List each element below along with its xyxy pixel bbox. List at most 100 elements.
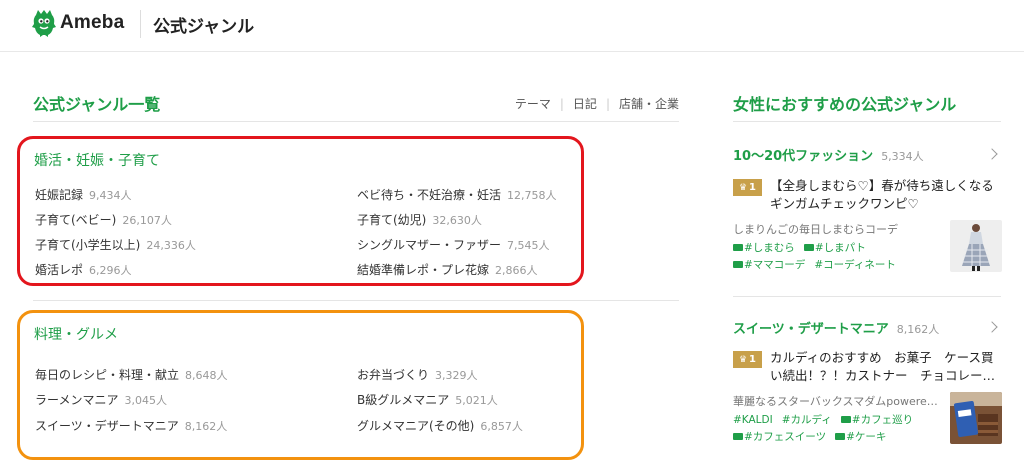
hashtag-link[interactable]: #ママコーデ — [733, 257, 805, 274]
genre-item[interactable]: B級グルメマニア 5,021人 — [357, 391, 498, 408]
ameba-mascot-icon — [32, 10, 56, 37]
genre-group-title[interactable]: 料理・グルメ — [34, 324, 118, 344]
genre-item-count: 8,648人 — [185, 369, 228, 382]
genre-item-name: ベビ待ち・不妊治療・妊活 — [357, 188, 502, 202]
tag-icon — [733, 244, 743, 251]
genre-item[interactable]: お弁当づくり 3,329人 — [357, 366, 478, 383]
sidebar-genre-count: 5,334人 — [881, 150, 924, 163]
hashtag-label: #ケーキ — [846, 431, 887, 443]
genre-item[interactable]: ベビ待ち・不妊治療・妊活 12,758人 — [357, 186, 557, 203]
genre-item-count: 6,857人 — [480, 420, 523, 433]
genre-item-count: 6,296人 — [89, 264, 132, 277]
genre-filter-nav: テーマ | 日記 | 店舗・企業 — [515, 95, 679, 112]
rank-number: 1 — [749, 182, 757, 193]
genre-item-name: 結婚準備レポ・プレ花嫁 — [357, 263, 490, 277]
logo-text: Ameba — [60, 12, 125, 33]
genre-item-name: お弁当づくり — [357, 368, 430, 382]
rank-badge: ♛ 1 — [733, 179, 762, 196]
tag-icon — [733, 261, 743, 268]
rank-badge: ♛ 1 — [733, 351, 762, 368]
tag-icon — [733, 433, 743, 440]
hashtag-label: #コーディネート — [814, 259, 896, 271]
hashtag-label: #しまパト — [814, 242, 866, 254]
hashtag-link[interactable]: #しまむら — [733, 240, 795, 257]
genre-item-name: 子育て(ベビー) — [35, 213, 117, 227]
hashtag-label: #KALDI — [733, 414, 773, 426]
tag-icon — [840, 416, 851, 423]
divider — [33, 300, 679, 301]
sidebar-genre-name: 10〜20代ファッション — [733, 149, 874, 164]
tag-icon — [835, 433, 846, 440]
genre-item-count: 3,045人 — [124, 394, 168, 407]
fashion-photo — [950, 220, 1002, 272]
genre-item-count: 12,758人 — [507, 189, 557, 202]
chevron-right-icon[interactable] — [986, 148, 998, 160]
sweets-photo — [950, 392, 1002, 444]
sidebar-genre-link[interactable]: スイーツ・デザートマニア 8,162人 — [733, 318, 939, 337]
filter-diary[interactable]: 日記 — [573, 95, 597, 112]
genre-item[interactable]: スイーツ・デザートマニア 8,162人 — [35, 417, 227, 434]
sidebar-genre-link[interactable]: 10〜20代ファッション 5,334人 — [733, 145, 924, 164]
hashtag-link[interactable]: #カフェスイーツ — [733, 429, 826, 446]
ameba-logo[interactable]: Ameba — [32, 9, 124, 37]
genre-item[interactable]: 結婚準備レポ・プレ花嫁 2,866人 — [357, 261, 538, 278]
hashtag-label: #カルディ — [781, 414, 832, 426]
rank-number: 1 — [749, 354, 757, 365]
filter-divider: | — [559, 96, 564, 111]
sidebar-genre-count: 8,162人 — [896, 323, 940, 336]
hashtag-link[interactable]: #KALDI — [733, 412, 773, 429]
genre-item-name: 子育て(幼児) — [357, 213, 427, 227]
hashtag-link[interactable]: #ケーキ — [835, 429, 886, 446]
genre-item-name: シングルマザー・ファザー — [357, 238, 502, 252]
genre-item-name: 妊娠記録 — [35, 188, 84, 202]
genre-item[interactable]: 子育て(ベビー) 26,107人 — [35, 211, 172, 228]
entry-thumbnail-image[interactable] — [950, 220, 1002, 272]
hashtag-list: #しまむら #しまパト #ママコーデ #コーディネート — [733, 240, 947, 274]
genre-item-name: グルメマニア(その他) — [357, 419, 475, 433]
crown-icon: ♛ — [738, 354, 748, 365]
hashtag-link[interactable]: #カフェ巡り — [840, 412, 914, 429]
genre-item[interactable]: 毎日のレシピ・料理・献立 8,648人 — [35, 366, 228, 383]
genre-list-title: 公式ジャンル一覧 — [33, 95, 161, 114]
entry-title-link[interactable]: 【全身しまむら♡】春が待ち遠しくなるギンガムチェックワンピ♡ — [770, 177, 998, 213]
genre-item[interactable]: 妊娠記録 9,434人 — [35, 186, 132, 203]
genre-item-count: 5,021人 — [455, 394, 498, 407]
hashtag-label: #カフェスイーツ — [744, 431, 827, 443]
sidebar-genre-name: スイーツ・デザートマニア — [733, 322, 889, 337]
genre-item[interactable]: グルメマニア(その他) 6,857人 — [357, 417, 523, 434]
genre-item-count: 9,434人 — [89, 189, 132, 202]
genre-item-name: 毎日のレシピ・料理・献立 — [35, 368, 180, 382]
entry-thumbnail-image[interactable] — [950, 392, 1002, 444]
genre-item[interactable]: 子育て(幼児) 32,630人 — [357, 211, 482, 228]
genre-item[interactable]: ラーメンマニア 3,045人 — [35, 391, 167, 408]
genre-item[interactable]: 婚活レポ 6,296人 — [35, 261, 132, 278]
genre-item-name: B級グルメマニア — [357, 393, 450, 407]
divider — [733, 296, 1001, 297]
hashtag-link[interactable]: #コーディネート — [814, 257, 896, 274]
genre-item-count: 3,329人 — [435, 369, 478, 382]
hashtag-link[interactable]: #しまパト — [803, 240, 866, 257]
hashtag-label: #カフェ巡り — [851, 414, 914, 426]
tag-icon — [803, 244, 814, 251]
divider — [733, 121, 1001, 122]
genre-group-title[interactable]: 婚活・妊娠・子育て — [34, 150, 160, 170]
genre-item-count: 32,630人 — [432, 214, 482, 227]
filter-theme[interactable]: テーマ — [515, 95, 551, 112]
genre-item-count: 26,107人 — [122, 214, 172, 227]
sidebar-title: 女性におすすめの公式ジャンル — [733, 95, 957, 114]
hashtag-link[interactable]: #カルディ — [782, 412, 832, 429]
genre-item-name: ラーメンマニア — [35, 393, 119, 407]
hashtag-list: #KALDI #カルディ #カフェ巡り #カフェスイーツ #ケーキ — [733, 412, 947, 446]
filter-store-company[interactable]: 店舗・企業 — [619, 95, 679, 112]
blog-author[interactable]: 華麗なるスターバックスマダムpowered… — [733, 393, 943, 409]
genre-item-name: スイーツ・デザートマニア — [35, 419, 179, 433]
chevron-right-icon[interactable] — [986, 321, 998, 333]
genre-item-count: 8,162人 — [184, 420, 228, 433]
site-header: Ameba 公式ジャンル — [0, 0, 1024, 52]
genre-item[interactable]: シングルマザー・ファザー 7,545人 — [357, 236, 550, 253]
entry-title-link[interactable]: カルディのおすすめ お菓子 ケース買い続出！？！カストナー チョコレー… — [770, 349, 998, 385]
genre-item-count: 7,545人 — [507, 239, 550, 252]
crown-icon: ♛ — [738, 182, 748, 193]
genre-item[interactable]: 子育て(小学生以上) 24,336人 — [35, 236, 196, 253]
blog-author[interactable]: しまりんごの毎日しまむらコーデ — [733, 221, 943, 237]
